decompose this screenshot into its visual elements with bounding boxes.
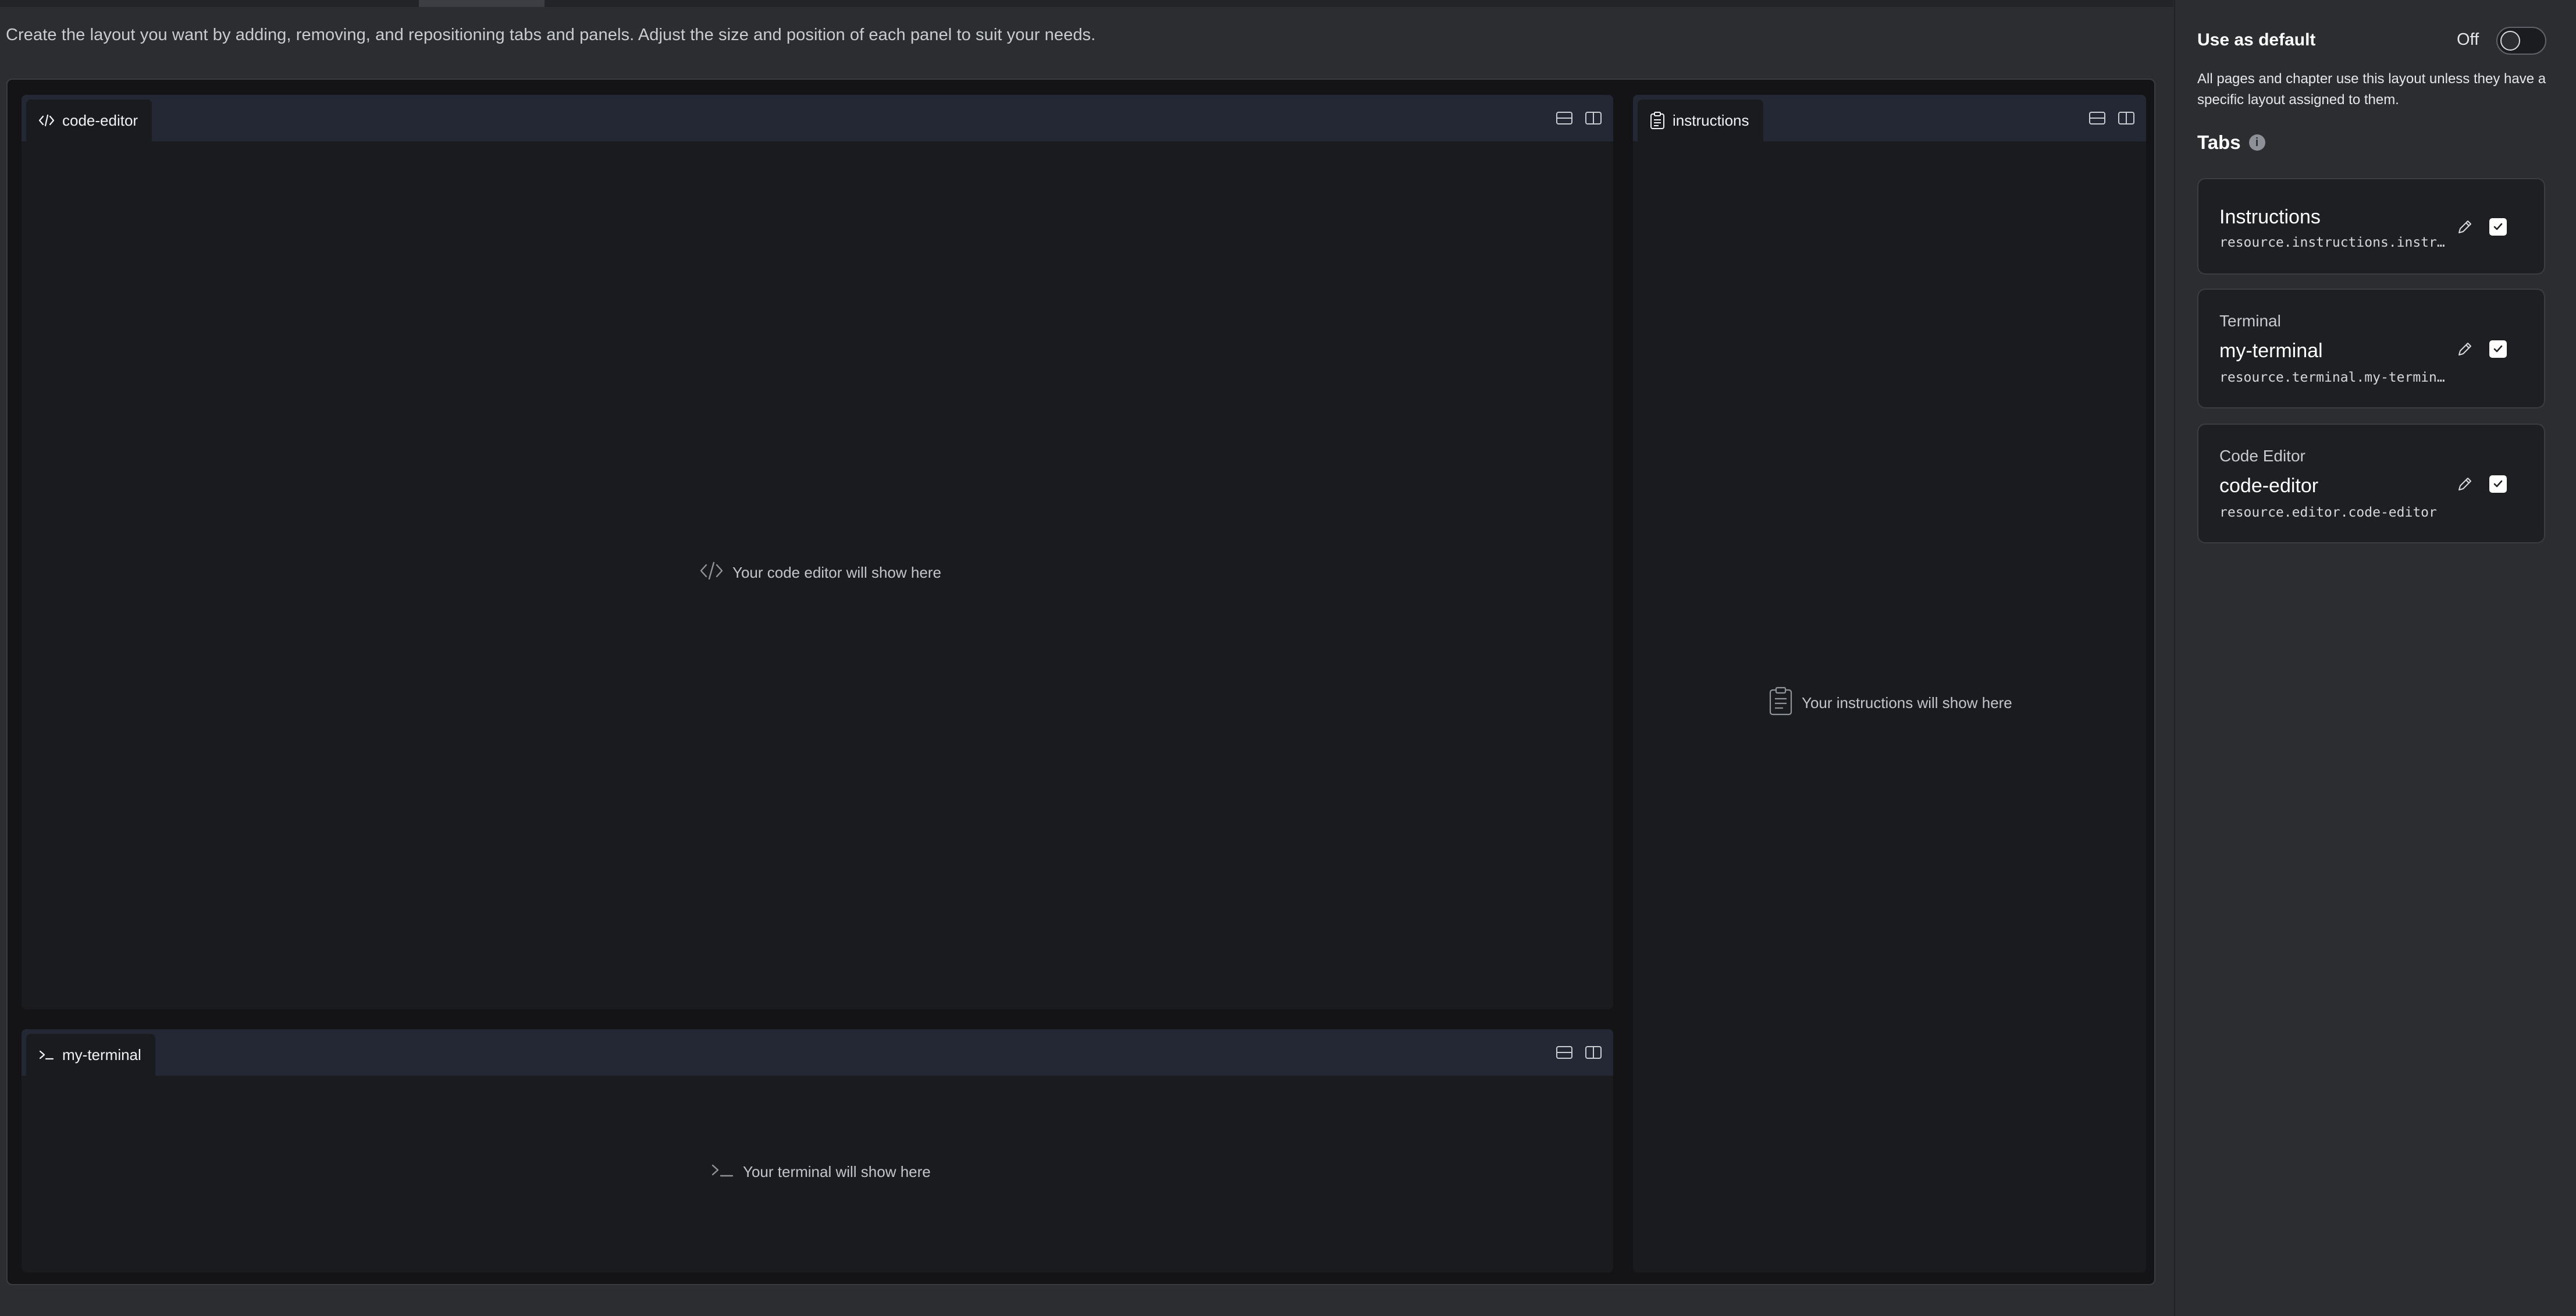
use-as-default-toggle[interactable] [2496, 27, 2546, 55]
code-icon [38, 113, 55, 127]
tab-enabled-checkbox[interactable] [2489, 218, 2507, 236]
tab-instructions[interactable]: instructions [1638, 99, 1763, 141]
default-layout-description: All pages and chapter use this layout un… [2197, 71, 2546, 108]
tab-code-editor[interactable]: code-editor [26, 99, 152, 141]
split-horizontal-icon[interactable] [2088, 109, 2107, 127]
terminal-icon [38, 1048, 55, 1062]
tab-label: my-terminal [62, 1045, 141, 1064]
terminal-placeholder: Your terminal will show here [710, 1161, 931, 1183]
code-editor-tab-bar: code-editor [22, 95, 1613, 141]
code-editor-panel[interactable]: code-editor Your code editor will show h… [22, 95, 1613, 1009]
layout-instructions-text: Create the layout you want by adding, re… [6, 26, 1096, 44]
pencil-icon[interactable] [2456, 475, 2474, 493]
tab-my-terminal[interactable]: my-terminal [26, 1034, 155, 1076]
tab-card-name: Instructions [2219, 206, 2321, 228]
tabs-heading-label: Tabs [2197, 131, 2241, 153]
split-horizontal-icon[interactable] [1555, 109, 1574, 127]
tab-card-resource-id: resource.editor.code-editor [2219, 505, 2437, 520]
tab-card-code-editor: Code Editor code-editor resource.editor.… [2197, 424, 2545, 543]
top-progress-segment [419, 0, 545, 7]
tab-label: instructions [1673, 111, 1749, 129]
code-editor-placeholder: Your code editor will show here [699, 560, 941, 585]
terminal-panel[interactable]: my-terminal Your terminal will show here [22, 1029, 1613, 1272]
placeholder-text: Your instructions will show here [1802, 694, 2012, 712]
tab-card-resource-id: resource.instructions.instructions [2219, 235, 2447, 250]
tab-card-type: Code Editor [2219, 447, 2305, 465]
tab-enabled-checkbox[interactable] [2489, 340, 2507, 358]
clipboard-icon [1768, 686, 1794, 720]
code-icon [699, 560, 724, 585]
tab-enabled-checkbox[interactable] [2489, 475, 2507, 493]
instructions-tab-bar: instructions [1633, 95, 2146, 141]
split-vertical-icon[interactable] [1584, 1043, 1603, 1062]
placeholder-text: Your code editor will show here [732, 564, 941, 581]
terminal-icon [710, 1161, 735, 1183]
top-progress-bar [0, 0, 2173, 7]
layout-canvas: code-editor Your code editor will show h… [6, 79, 2155, 1285]
pencil-icon[interactable] [2456, 340, 2474, 358]
toggle-knob [2500, 31, 2520, 51]
tab-card-resource-id: resource.terminal.my-terminal [2219, 370, 2447, 385]
use-as-default-label: Use as default [2197, 30, 2316, 49]
split-vertical-icon[interactable] [1584, 109, 1603, 127]
tab-card-name: my-terminal [2219, 340, 2323, 362]
toggle-state-label: Off [2457, 30, 2479, 49]
terminal-tab-bar: my-terminal [22, 1029, 1613, 1076]
tab-card-name: code-editor [2219, 475, 2319, 497]
instructions-placeholder: Your instructions will show here [1768, 686, 2012, 720]
tab-card-instructions: Instructions resource.instructions.instr… [2197, 178, 2545, 275]
layout-settings-sidebar: Use as default Off All pages and chapter… [2174, 0, 2576, 1316]
tab-card-type: Terminal [2219, 312, 2281, 330]
pencil-icon[interactable] [2456, 218, 2474, 236]
info-icon[interactable]: i [2248, 134, 2265, 151]
instructions-panel[interactable]: instructions Your instructions will show… [1633, 95, 2146, 1272]
split-vertical-icon[interactable] [2117, 109, 2136, 127]
tab-label: code-editor [62, 111, 138, 129]
tab-card-terminal: Terminal my-terminal resource.terminal.m… [2197, 289, 2545, 408]
tabs-heading: Tabs i [2197, 131, 2265, 154]
split-horizontal-icon[interactable] [1555, 1043, 1574, 1062]
clipboard-icon [1649, 111, 1666, 130]
placeholder-text: Your terminal will show here [743, 1163, 931, 1180]
